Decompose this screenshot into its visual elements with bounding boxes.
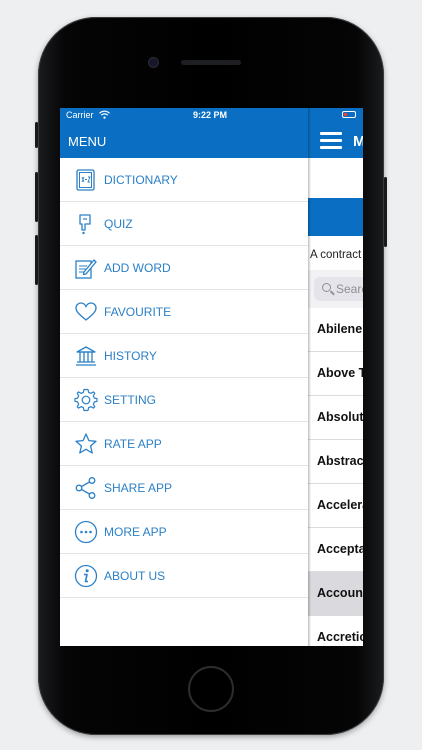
menu-item-dictionary[interactable]: DICTIONARY [60,158,308,202]
word-label: Account [317,586,363,600]
search-input[interactable]: Searc [314,277,363,301]
menu-item-history[interactable]: HISTORY [60,334,308,378]
drawer-shadow [308,108,311,646]
menu-item-label: MORE APP [104,525,167,539]
menu-item-rate-app[interactable]: RATE APP [60,422,308,466]
menu-item-favourite[interactable]: FAVOURITE [60,290,308,334]
menu-item-label: ABOUT US [104,569,166,583]
word-row[interactable]: Above T [308,352,363,396]
menu-item-label: RATE APP [104,437,162,451]
screen: M A contract Searc Abilene Above T Absolut… [60,108,363,646]
history-icon [76,346,96,366]
side-drawer: MENU DICTIONARY QUIZ ADD WORD FAVOURITE … [60,108,308,646]
menu-item-label: QUIZ [104,217,133,231]
search-icon [322,283,331,292]
search-placeholder: Searc [336,282,363,296]
main-status-bar [308,108,363,122]
menu-item-label: DICTIONARY [104,173,178,187]
menu-item-label: SHARE APP [104,481,173,495]
word-label: Accelera [317,498,363,512]
dictionary-icon [76,169,95,191]
word-label: Abilene [317,322,363,336]
earpiece-speaker [181,60,241,65]
menu-item-about-us[interactable]: ABOUT US [60,554,308,598]
menu-list: DICTIONARY QUIZ ADD WORD FAVOURITE HISTO… [60,158,308,598]
wifi-icon [99,109,110,119]
carrier-label: Carrier [66,110,94,120]
power-button [384,177,387,247]
word-label: Accepta [317,542,363,556]
add-word-icon [75,259,97,279]
main-panel: M A contract Searc Abilene Above T Absolut… [308,108,363,646]
word-label: Absolut [317,410,363,424]
menu-item-label: SETTING [104,393,157,407]
menu-item-label: FAVOURITE [104,305,172,319]
battery-icon [342,111,356,118]
menu-item-share-app[interactable]: SHARE APP [60,466,308,510]
menu-item-label: HISTORY [104,349,157,363]
heart-icon [75,302,97,321]
search-bar: Searc [308,270,363,308]
word-row[interactable]: Abilene [308,308,363,352]
drawer-header: MENU [60,122,308,158]
word-label: Above T [317,366,363,380]
word-row[interactable]: Accelera [308,484,363,528]
gear-icon [74,388,98,412]
word-row[interactable]: Account [308,572,363,616]
word-row[interactable]: Abstrac [308,440,363,484]
word-label: Accretic [317,630,363,644]
silent-switch [35,122,38,148]
word-row[interactable]: Absolut [308,396,363,440]
hamburger-menu-icon[interactable] [320,132,342,150]
share-icon [75,477,96,499]
volume-up-button [35,172,38,222]
menu-item-quiz[interactable]: QUIZ [60,202,308,246]
word-row[interactable]: Accretic [308,616,363,646]
home-button[interactable] [188,666,234,712]
menu-title: MENU [68,134,107,149]
word-row[interactable]: Accepta [308,528,363,572]
volume-down-button [35,235,38,285]
main-nav-bar: M [308,122,363,158]
menu-item-setting[interactable]: SETTING [60,378,308,422]
word-label: Abstrac [317,454,363,468]
main-title: M [353,133,363,150]
more-icon [74,520,98,544]
description-text: A contract [310,249,362,261]
quiz-icon [79,214,91,235]
menu-item-label: ADD WORD [104,261,171,275]
star-icon [75,433,97,454]
status-bar: Carrier 9:22 PM [60,108,308,122]
info-icon [74,564,98,588]
front-camera [149,58,158,67]
menu-item-add-word[interactable]: ADD WORD [60,246,308,290]
status-time: 9:22 PM [193,110,228,120]
header-band [308,198,363,236]
menu-item-more-app[interactable]: MORE APP [60,510,308,554]
